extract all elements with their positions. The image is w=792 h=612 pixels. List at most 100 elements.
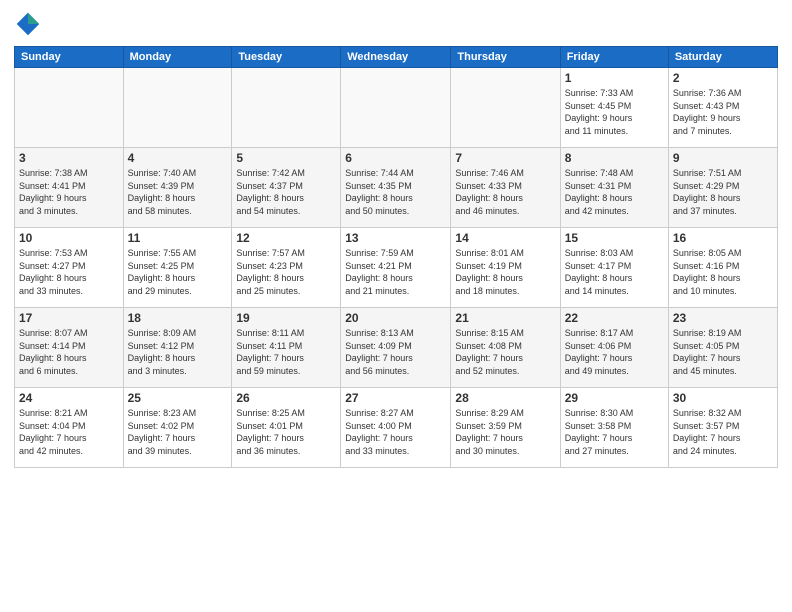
calendar-cell: 21 Sunrise: 8:15 AM Sunset: 4:08 PM Dayli… xyxy=(451,308,560,388)
day-info: Sunrise: 8:21 AM Sunset: 4:04 PM Dayligh… xyxy=(19,407,119,457)
day-number: 1 xyxy=(565,71,664,85)
day-info: Sunrise: 8:05 AM Sunset: 4:16 PM Dayligh… xyxy=(673,247,773,297)
calendar-cell: 28Sunrise: 8:29 AM Sunset: 3:59 PM Dayli… xyxy=(451,388,560,468)
weekday-header-wednesday: Wednesday xyxy=(341,47,451,68)
day-number: 20 xyxy=(345,311,446,325)
calendar-cell: 14Sunrise: 8:01 AM Sunset: 4:19 PM Dayli… xyxy=(451,228,560,308)
calendar-cell: 17Sunrise: 8:07 AM Sunset: 4:14 PM Dayli… xyxy=(15,308,124,388)
day-info: Sunrise: 8:19 AM Sunset: 4:05 PM Dayligh… xyxy=(673,327,773,377)
calendar: SundayMondayTuesdayWednesdayThursdayFrid… xyxy=(14,46,778,468)
logo-icon xyxy=(14,10,42,38)
day-info: Sunrise: 8:23 AM Sunset: 4:02 PM Dayligh… xyxy=(128,407,228,457)
weekday-header-monday: Monday xyxy=(123,47,232,68)
day-info: Sunrise: 8:03 AM Sunset: 4:17 PM Dayligh… xyxy=(565,247,664,297)
day-info: Sunrise: 8:17 AM Sunset: 4:06 PM Dayligh… xyxy=(565,327,664,377)
calendar-cell: 13 Sunrise: 7:59 AM Sunset: 4:21 PM Dayli… xyxy=(341,228,451,308)
day-number: 26 xyxy=(236,391,336,405)
calendar-cell xyxy=(232,68,341,148)
weekday-row: SundayMondayTuesdayWednesdayThursdayFrid… xyxy=(15,47,778,68)
day-info: Sunrise: 8:11 AM Sunset: 4:11 PM Dayligh… xyxy=(236,327,336,377)
day-number: 3 xyxy=(19,151,119,165)
calendar-cell: 3 Sunrise: 7:38 AM Sunset: 4:41 PM Daylig… xyxy=(15,148,124,228)
week-row-0: 1 Sunrise: 7:33 AM Sunset: 4:45 PM Daylig… xyxy=(15,68,778,148)
calendar-cell: 1 Sunrise: 7:33 AM Sunset: 4:45 PM Daylig… xyxy=(560,68,668,148)
day-info: Sunrise: 7:53 AM Sunset: 4:27 PM Dayligh… xyxy=(19,247,119,297)
weekday-header-thursday: Thursday xyxy=(451,47,560,68)
day-number: 17 xyxy=(19,311,119,325)
day-number: 8 xyxy=(565,151,664,165)
week-row-1: 3 Sunrise: 7:38 AM Sunset: 4:41 PM Daylig… xyxy=(15,148,778,228)
day-number: 11 xyxy=(128,231,228,245)
day-info: Sunrise: 7:55 AM Sunset: 4:25 PM Dayligh… xyxy=(128,247,228,297)
calendar-cell: 16Sunrise: 8:05 AM Sunset: 4:16 PM Dayli… xyxy=(668,228,777,308)
calendar-cell: 23 Sunrise: 8:19 AM Sunset: 4:05 PM Dayli… xyxy=(668,308,777,388)
day-number: 19 xyxy=(236,311,336,325)
calendar-cell: 11 Sunrise: 7:55 AM Sunset: 4:25 PM Dayli… xyxy=(123,228,232,308)
weekday-header-tuesday: Tuesday xyxy=(232,47,341,68)
day-number: 14 xyxy=(455,231,555,245)
calendar-cell: 26 Sunrise: 8:25 AM Sunset: 4:01 PM Dayli… xyxy=(232,388,341,468)
day-info: Sunrise: 7:48 AM Sunset: 4:31 PM Dayligh… xyxy=(565,167,664,217)
calendar-cell: 29Sunrise: 8:30 AM Sunset: 3:58 PM Dayli… xyxy=(560,388,668,468)
calendar-cell: 7 Sunrise: 7:46 AM Sunset: 4:33 PM Daylig… xyxy=(451,148,560,228)
day-info: Sunrise: 7:57 AM Sunset: 4:23 PM Dayligh… xyxy=(236,247,336,297)
day-info: Sunrise: 7:38 AM Sunset: 4:41 PM Dayligh… xyxy=(19,167,119,217)
day-info: Sunrise: 7:33 AM Sunset: 4:45 PM Dayligh… xyxy=(565,87,664,137)
calendar-cell: 9 Sunrise: 7:51 AM Sunset: 4:29 PM Daylig… xyxy=(668,148,777,228)
calendar-cell: 30 Sunrise: 8:32 AM Sunset: 3:57 PM Dayli… xyxy=(668,388,777,468)
day-number: 15 xyxy=(565,231,664,245)
day-number: 27 xyxy=(345,391,446,405)
day-info: Sunrise: 8:25 AM Sunset: 4:01 PM Dayligh… xyxy=(236,407,336,457)
day-info: Sunrise: 7:44 AM Sunset: 4:35 PM Dayligh… xyxy=(345,167,446,217)
day-info: Sunrise: 8:13 AM Sunset: 4:09 PM Dayligh… xyxy=(345,327,446,377)
day-info: Sunrise: 7:59 AM Sunset: 4:21 PM Dayligh… xyxy=(345,247,446,297)
weekday-header-saturday: Saturday xyxy=(668,47,777,68)
calendar-cell: 4Sunrise: 7:40 AM Sunset: 4:39 PM Daylig… xyxy=(123,148,232,228)
calendar-cell: 22 Sunrise: 8:17 AM Sunset: 4:06 PM Dayli… xyxy=(560,308,668,388)
day-info: Sunrise: 7:36 AM Sunset: 4:43 PM Dayligh… xyxy=(673,87,773,137)
day-number: 13 xyxy=(345,231,446,245)
day-info: Sunrise: 7:42 AM Sunset: 4:37 PM Dayligh… xyxy=(236,167,336,217)
weekday-header-sunday: Sunday xyxy=(15,47,124,68)
day-info: Sunrise: 7:46 AM Sunset: 4:33 PM Dayligh… xyxy=(455,167,555,217)
calendar-cell xyxy=(451,68,560,148)
calendar-cell: 8 Sunrise: 7:48 AM Sunset: 4:31 PM Daylig… xyxy=(560,148,668,228)
day-info: Sunrise: 8:15 AM Sunset: 4:08 PM Dayligh… xyxy=(455,327,555,377)
header xyxy=(14,10,778,38)
day-info: Sunrise: 8:09 AM Sunset: 4:12 PM Dayligh… xyxy=(128,327,228,377)
week-row-2: 10 Sunrise: 7:53 AM Sunset: 4:27 PM Dayli… xyxy=(15,228,778,308)
day-number: 10 xyxy=(19,231,119,245)
day-info: Sunrise: 7:40 AM Sunset: 4:39 PM Dayligh… xyxy=(128,167,228,217)
calendar-cell: 18Sunrise: 8:09 AM Sunset: 4:12 PM Dayli… xyxy=(123,308,232,388)
day-number: 9 xyxy=(673,151,773,165)
weekday-header-friday: Friday xyxy=(560,47,668,68)
page: SundayMondayTuesdayWednesdayThursdayFrid… xyxy=(0,0,792,612)
calendar-cell xyxy=(341,68,451,148)
day-number: 7 xyxy=(455,151,555,165)
day-number: 12 xyxy=(236,231,336,245)
calendar-cell: 12 Sunrise: 7:57 AM Sunset: 4:23 PM Dayli… xyxy=(232,228,341,308)
calendar-cell: 5 Sunrise: 7:42 AM Sunset: 4:37 PM Daylig… xyxy=(232,148,341,228)
week-row-3: 17Sunrise: 8:07 AM Sunset: 4:14 PM Dayli… xyxy=(15,308,778,388)
day-number: 28 xyxy=(455,391,555,405)
week-row-4: 24Sunrise: 8:21 AM Sunset: 4:04 PM Dayli… xyxy=(15,388,778,468)
calendar-cell xyxy=(15,68,124,148)
day-number: 21 xyxy=(455,311,555,325)
day-info: Sunrise: 8:27 AM Sunset: 4:00 PM Dayligh… xyxy=(345,407,446,457)
day-info: Sunrise: 7:51 AM Sunset: 4:29 PM Dayligh… xyxy=(673,167,773,217)
day-number: 25 xyxy=(128,391,228,405)
calendar-header: SundayMondayTuesdayWednesdayThursdayFrid… xyxy=(15,47,778,68)
day-number: 23 xyxy=(673,311,773,325)
calendar-cell xyxy=(123,68,232,148)
logo xyxy=(14,10,46,38)
day-number: 22 xyxy=(565,311,664,325)
calendar-cell: 2Sunrise: 7:36 AM Sunset: 4:43 PM Daylig… xyxy=(668,68,777,148)
day-info: Sunrise: 8:32 AM Sunset: 3:57 PM Dayligh… xyxy=(673,407,773,457)
calendar-cell: 20 Sunrise: 8:13 AM Sunset: 4:09 PM Dayli… xyxy=(341,308,451,388)
calendar-cell: 15 Sunrise: 8:03 AM Sunset: 4:17 PM Dayli… xyxy=(560,228,668,308)
calendar-body: 1 Sunrise: 7:33 AM Sunset: 4:45 PM Daylig… xyxy=(15,68,778,468)
calendar-cell: 6Sunrise: 7:44 AM Sunset: 4:35 PM Daylig… xyxy=(341,148,451,228)
calendar-cell: 25 Sunrise: 8:23 AM Sunset: 4:02 PM Dayli… xyxy=(123,388,232,468)
day-number: 5 xyxy=(236,151,336,165)
day-number: 30 xyxy=(673,391,773,405)
